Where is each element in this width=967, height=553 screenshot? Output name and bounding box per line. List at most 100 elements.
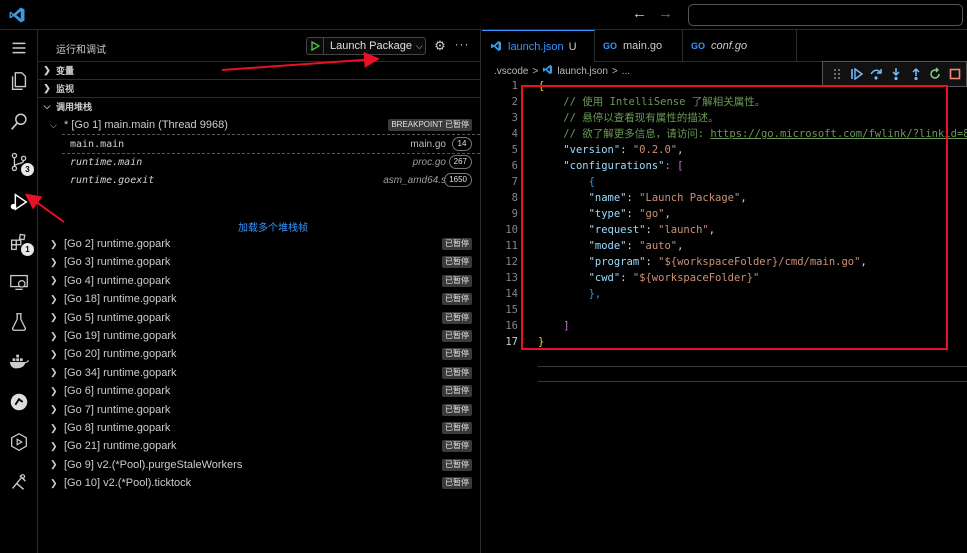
thread-item[interactable]: ❯ [Go 9] v2.(*Pool).purgeStaleWorkers 已暂停 (38, 456, 480, 474)
docker-icon[interactable] (7, 350, 31, 374)
line-number: 2 (511, 96, 518, 108)
paused-badge: 已暂停 (442, 403, 472, 416)
chevron-right-icon: ❯ (50, 477, 58, 488)
thread-label: [Go 3] runtime.gopark (64, 256, 171, 269)
thread-item[interactable]: ❯ [Go 34] runtime.gopark 已暂停 (38, 364, 480, 382)
paused-badge: 已暂停 (442, 330, 472, 342)
flask-icon[interactable] (7, 310, 31, 334)
breadcrumb-more[interactable]: ... (622, 66, 630, 77)
section-call-stack-label: 调用堆栈 (56, 102, 93, 112)
go-icon: GO (691, 41, 706, 51)
tab-launch-json[interactable]: launch.json U (482, 30, 595, 62)
tab-label: main.go (623, 40, 663, 52)
chevron-right-icon: ❯ (50, 330, 58, 341)
breadcrumb-folder[interactable]: .vscode (494, 66, 528, 77)
debug-icon[interactable] (7, 190, 31, 214)
chevron-right-icon: ❯ (50, 275, 58, 286)
section-variables-label: 变量 (56, 66, 75, 76)
frame-file: proc.go (412, 156, 446, 168)
thread-label: [Go 19] runtime.gopark (64, 330, 177, 342)
go-icon: GO (603, 41, 618, 51)
line-number: 6 (511, 160, 518, 172)
extensions-badge: 1 (21, 243, 34, 256)
thread-label: [Go 2] runtime.gopark (64, 238, 171, 250)
frame-name: runtime.main (70, 156, 143, 168)
thread-label: [Go 6] runtime.gopark (64, 385, 171, 398)
start-debugging-button[interactable] (307, 38, 324, 54)
load-more-frames-link[interactable]: 加载多个堆栈帧 (238, 219, 308, 234)
paused-badge: 已暂停 (442, 477, 472, 490)
thread-item[interactable]: ❯ [Go 19] runtime.gopark 已暂停 (38, 327, 480, 345)
thread-item[interactable]: ❯ [Go 20] runtime.gopark 已暂停 (38, 345, 480, 363)
tab-main-go[interactable]: GO main.go (595, 30, 683, 62)
line-number: 16 (505, 320, 518, 332)
json-icon (542, 64, 553, 78)
more-actions-icon[interactable]: ··· (454, 38, 470, 54)
thread-label: [Go 7] runtime.gopark (64, 403, 171, 416)
stack-frame[interactable]: runtime.main proc.go 267 (38, 153, 480, 171)
section-watch[interactable]: ❯ 监视 (38, 79, 480, 97)
paused-badge: 已暂停 (442, 348, 472, 361)
thread-item[interactable]: ❯ [Go 6] runtime.gopark 已暂停 (38, 382, 480, 400)
chevron-right-icon: ❯ (43, 65, 51, 75)
tools-icon[interactable] (7, 470, 31, 494)
tab-conf-go[interactable]: GO conf.go (683, 30, 797, 62)
command-center-search[interactable] (688, 4, 963, 26)
frame-file: asm_amd64.s (383, 174, 446, 186)
thread-main[interactable]: ⌵ * [Go 1] main.main (Thread 9968) BREAK… (38, 116, 480, 134)
search-icon[interactable] (7, 110, 31, 134)
hamburger-menu-icon[interactable] (7, 36, 31, 60)
thread-item[interactable]: ❯ [Go 4] runtime.gopark 已暂停 (38, 272, 480, 290)
line-number: 1 (511, 80, 518, 92)
gear-icon[interactable]: ⚙ (432, 38, 448, 54)
frame-name: runtime.goexit (70, 174, 155, 186)
line-number: 13 (505, 272, 518, 284)
line-number: 9 (511, 208, 518, 220)
paused-badge: 已暂停 (442, 311, 472, 324)
thread-item[interactable]: ❯ [Go 5] runtime.gopark 已暂停 (38, 309, 480, 327)
gitlens-icon[interactable] (7, 390, 31, 414)
section-call-stack[interactable]: ⌵ 调用堆栈 (38, 97, 480, 115)
files-icon[interactable] (7, 69, 31, 93)
line-number: 15 (505, 304, 518, 316)
chevron-right-icon: ❯ (50, 256, 58, 267)
play-circle-icon[interactable] (7, 430, 31, 454)
thread-item[interactable]: ❯ [Go 10] v2.(*Pool).ticktock 已暂停 (38, 474, 480, 492)
stack-frame[interactable]: runtime.goexit asm_amd64.s 1650 (38, 171, 480, 189)
thread-item[interactable]: ❯ [Go 18] runtime.gopark 已暂停 (38, 290, 480, 308)
thread-label: [Go 21] runtime.gopark (64, 440, 177, 453)
title-bar: ← → (0, 0, 967, 30)
stack-frame[interactable]: main.main main.go 14 (38, 135, 480, 153)
thread-label: [Go 20] runtime.gopark (64, 348, 177, 361)
chevron-down-icon: ⌵ (43, 101, 51, 111)
activity-bar: 3 1 (0, 30, 38, 553)
thread-item[interactable]: ❯ [Go 21] runtime.gopark 已暂停 (38, 437, 480, 455)
thread-label: [Go 9] v2.(*Pool).purgeStaleWorkers (64, 458, 243, 471)
thread-item[interactable]: ❯ [Go 7] runtime.gopark 已暂停 (38, 401, 480, 419)
paused-badge: 已暂停 (442, 293, 472, 306)
breadcrumb-separator: > (532, 65, 539, 77)
line-number: 17 (505, 336, 518, 348)
thread-item[interactable]: ❯ [Go 2] runtime.gopark 已暂停 (38, 235, 480, 253)
chevron-down-icon: ⌵ (415, 40, 423, 51)
line-number: 11 (505, 240, 518, 252)
breadcrumb-separator: > (611, 65, 618, 77)
remote-icon[interactable] (7, 270, 31, 294)
json-icon (490, 40, 502, 54)
chevron-right-icon: ❯ (50, 385, 58, 396)
thread-label: [Go 10] v2.(*Pool).ticktock (64, 477, 192, 490)
thread-label: [Go 18] runtime.gopark (64, 293, 177, 306)
line-number: 5 (511, 144, 518, 156)
breadcrumb-file[interactable]: launch.json (557, 66, 608, 77)
source-control-icon[interactable]: 3 (7, 150, 34, 176)
extensions-icon[interactable]: 1 (7, 230, 34, 256)
section-variables[interactable]: ❯ 变量 (38, 61, 480, 79)
back-arrow-icon[interactable]: ← (632, 6, 648, 22)
thread-item[interactable]: ❯ [Go 3] runtime.gopark 已暂停 (38, 253, 480, 271)
frame-line: 1650 (444, 173, 472, 187)
thread-item[interactable]: ❯ [Go 8] runtime.gopark 已暂停 (38, 419, 480, 437)
launch-config-select[interactable]: Launch Package ⌵ (306, 37, 426, 55)
chevron-right-icon: ❯ (50, 312, 58, 323)
play-icon (311, 41, 320, 51)
frame-file: main.go (410, 138, 446, 150)
